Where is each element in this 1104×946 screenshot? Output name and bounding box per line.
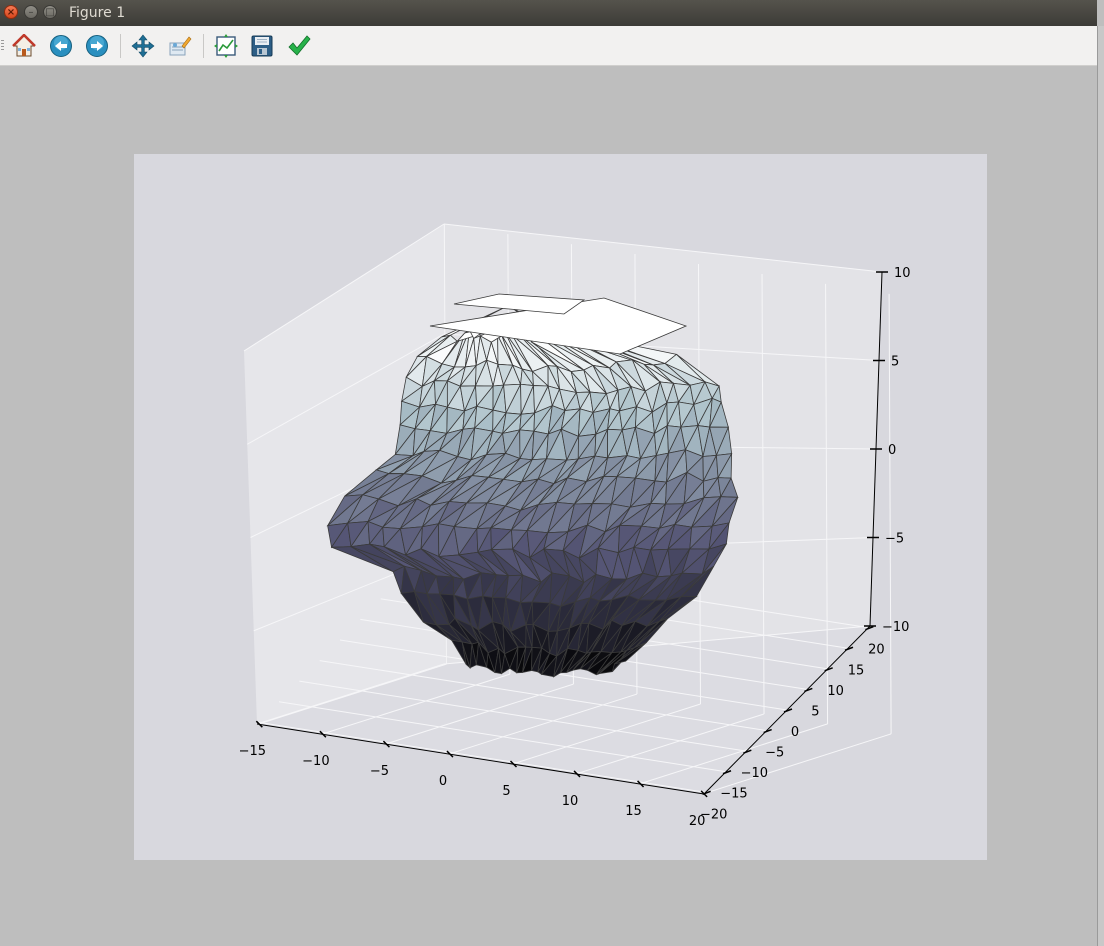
back-arrow-icon xyxy=(50,35,72,57)
maximize-window-button[interactable]: □ xyxy=(43,5,57,19)
z-tick-label: 0 xyxy=(888,443,896,458)
pan-button[interactable] xyxy=(131,34,155,58)
toolbar-separator xyxy=(120,34,121,58)
home-button[interactable] xyxy=(12,34,36,58)
forward-arrow-icon xyxy=(86,35,108,57)
x-tick-label: 5 xyxy=(502,784,510,799)
y-tick-label: −5 xyxy=(765,746,784,761)
figure-canvas[interactable]: −15 −10 −5 0 5 10 15 20 −20 −15 −10 −5 0 5 10 15 20 −10… xyxy=(134,154,987,860)
y-tick-label: −15 xyxy=(720,787,747,802)
y-tick-label: 15 xyxy=(848,663,865,678)
x-tick-label: −10 xyxy=(302,754,329,769)
x-tick-label: −5 xyxy=(370,764,389,779)
window-titlebar: × – □ Figure 1 xyxy=(0,0,1097,26)
edit-axis-button[interactable] xyxy=(287,34,311,58)
minimize-window-button[interactable]: – xyxy=(24,5,38,19)
zoom-rect-icon xyxy=(169,36,192,56)
toolbar-grip-handle[interactable] xyxy=(1,40,4,52)
y-tick-label: −10 xyxy=(741,766,768,781)
close-window-button[interactable]: × xyxy=(4,5,18,19)
z-tick-label: 10 xyxy=(894,266,911,281)
y-tick-label: 10 xyxy=(827,684,844,699)
x-tick-label: 0 xyxy=(439,774,447,789)
y-tick-label: 5 xyxy=(811,704,819,719)
back-button[interactable] xyxy=(49,34,73,58)
pan-move-icon xyxy=(131,34,155,58)
y-tick-label: −20 xyxy=(700,807,727,822)
x-tick-label: 15 xyxy=(625,804,642,819)
configure-subplots-icon xyxy=(214,34,238,58)
forward-button[interactable] xyxy=(85,34,109,58)
x-tick-label: −15 xyxy=(239,744,266,759)
y-tick-label: 20 xyxy=(868,643,885,658)
home-icon xyxy=(12,34,36,57)
window-title: Figure 1 xyxy=(69,5,126,21)
z-tick-label: −5 xyxy=(885,532,904,547)
zoom-to-rect-button[interactable] xyxy=(168,34,192,58)
window-right-border xyxy=(1097,26,1104,946)
toolbar-separator xyxy=(203,34,204,58)
floppy-save-icon xyxy=(251,35,273,57)
x-tick-label: 10 xyxy=(562,794,579,809)
z-tick-label: 5 xyxy=(891,355,899,370)
save-figure-button[interactable] xyxy=(250,34,274,58)
z-tick-label: −10 xyxy=(882,620,909,635)
axes3d-plot[interactable]: −15−10−505101520 −20−15−10−505101520 −10… xyxy=(134,154,987,860)
configure-subplots-button[interactable] xyxy=(214,34,238,58)
y-tick-label: 0 xyxy=(791,725,799,740)
navigation-toolbar xyxy=(0,26,1097,66)
checkmark-edit-icon xyxy=(288,35,311,56)
